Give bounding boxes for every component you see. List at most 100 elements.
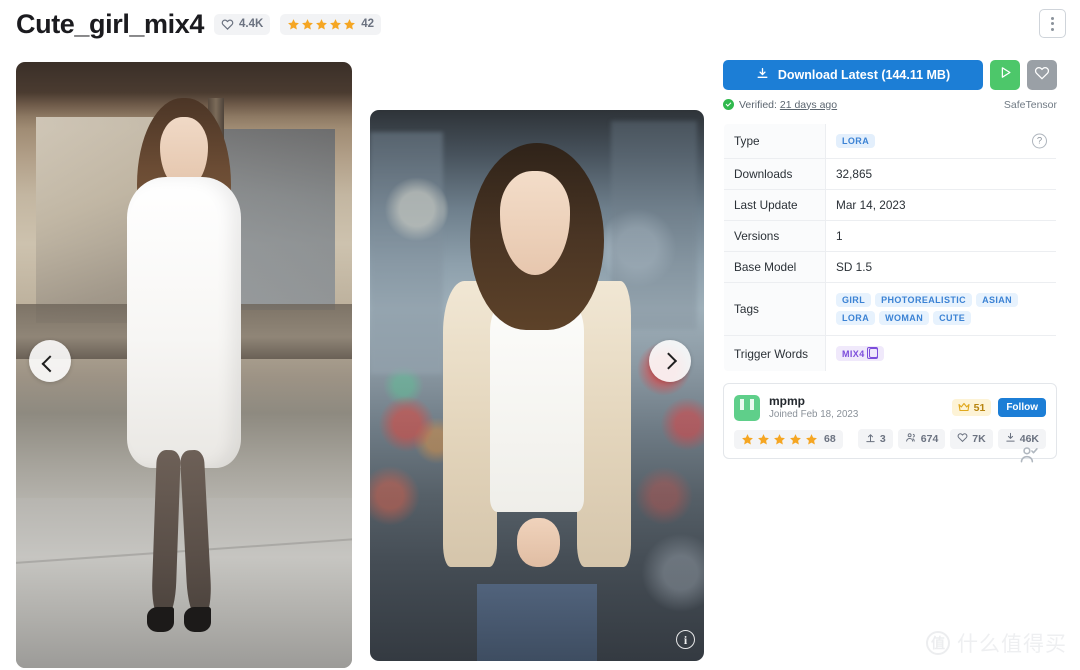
heart-outline-icon (1034, 65, 1050, 86)
meta-value: LORA ? (825, 124, 1056, 159)
likes-stat[interactable]: 7K (950, 429, 993, 450)
favorite-button[interactable] (1027, 60, 1057, 90)
model-tag[interactable]: GIRL (836, 293, 872, 307)
decor-figure-shoe-right (184, 607, 211, 632)
chevron-right-icon (660, 352, 678, 370)
decor-figure-dress (126, 177, 242, 468)
creator-stats-row: 68 3 674 7K 46K (734, 429, 1046, 450)
crown-count: 51 (973, 401, 986, 414)
downloads-value: 46K (1019, 433, 1039, 446)
meta-key: Versions (724, 220, 826, 252)
type-tag[interactable]: LORA (836, 134, 876, 148)
verified-date-link[interactable]: 21 days ago (780, 99, 837, 111)
creator-card: mpmp Joined Feb 18, 2023 51 Follow 68 3 … (723, 383, 1057, 460)
model-tag[interactable]: LORA (836, 311, 876, 325)
followers-value: 674 (920, 433, 939, 446)
model-tag[interactable]: CUTE (933, 311, 972, 325)
meta-key: Trigger Words (724, 335, 826, 371)
watermark-logo: 值 (926, 631, 950, 655)
download-button-label: Download Latest (144.11 MB) (777, 68, 951, 82)
table-row: Last Update Mar 14, 2023 (724, 189, 1056, 221)
metadata-table: Type LORA ? Downloads 32,865 Last Update… (723, 123, 1057, 372)
image-2-backdrop (370, 110, 704, 661)
image-gallery: i i (0, 48, 715, 670)
play-icon (998, 65, 1013, 85)
creator-identity: mpmp Joined Feb 18, 2023 (769, 394, 858, 421)
creator-joined-date: Joined Feb 18, 2023 (769, 409, 859, 420)
rating-count: 42 (361, 18, 375, 30)
table-row: Trigger Words MIX4 (724, 335, 1056, 371)
table-row: Downloads 32,865 (724, 158, 1056, 190)
model-tag[interactable]: ASIAN (976, 293, 1019, 307)
creator-counters: 3 674 7K 46K (857, 429, 1046, 450)
rating-pill[interactable]: 42 (280, 13, 382, 35)
heart-icon (957, 432, 968, 446)
meta-key: Tags (724, 282, 826, 336)
gallery-prev-button[interactable] (29, 340, 71, 382)
trigger-word-tag[interactable]: MIX4 (836, 346, 884, 361)
crown-badge: 51 (951, 399, 992, 417)
meta-value: 1 (825, 220, 1056, 252)
chevron-left-icon (41, 355, 59, 373)
action-row: Download Latest (144.11 MB) (723, 60, 1057, 90)
follow-button[interactable]: Follow (998, 398, 1046, 418)
users-icon (905, 432, 917, 446)
verified-row: Verified: 21 days ago SafeTensor (723, 97, 1057, 112)
gallery-image-2[interactable] (370, 110, 704, 661)
verified-label: Verified: (739, 98, 777, 111)
model-detail-page: Cute_girl_mix4 4.4K 42 i Download Latest… (0, 0, 1080, 670)
table-row: Base Model SD 1.5 (724, 251, 1056, 283)
followers-stat[interactable]: 674 (897, 429, 946, 450)
meta-value: 32,865 (825, 158, 1056, 190)
info-circle-icon[interactable]: i (676, 630, 695, 649)
decor-cardigan-left (443, 280, 497, 568)
decor-building-left (370, 132, 444, 375)
upload-icon (865, 432, 876, 446)
check-circle-icon (723, 99, 734, 110)
model-tag[interactable]: PHOTOREALISTIC (875, 293, 973, 307)
creator-header: mpmp Joined Feb 18, 2023 51 Follow (734, 394, 1046, 421)
site-watermark: 值 什么值得买 (926, 628, 1067, 658)
creator-rating-count: 68 (824, 433, 836, 446)
more-vertical-icon[interactable] (1039, 9, 1066, 38)
table-row: Type LORA ? (724, 124, 1056, 159)
watermark-text: 什么值得买 (957, 632, 1067, 656)
likes-pill[interactable]: 4.4K (213, 13, 271, 35)
uploads-value: 3 (879, 433, 886, 446)
uploads-stat[interactable]: 3 (857, 429, 893, 450)
heart-outline-icon (221, 18, 234, 31)
rating-stars (287, 18, 356, 31)
person-check-icon[interactable] (1019, 445, 1039, 465)
question-circle-icon[interactable]: ? (1032, 133, 1047, 149)
creator-rating[interactable]: 68 (734, 429, 843, 449)
page-header: Cute_girl_mix4 4.4K 42 (0, 0, 1080, 48)
decor-cardigan-right (577, 280, 631, 568)
trigger-word-label: MIX4 (842, 349, 865, 359)
gallery-next-button[interactable] (649, 340, 691, 382)
meta-key: Type (724, 124, 826, 159)
format-label: SafeTensor (1003, 98, 1057, 111)
meta-value: Mar 14, 2023 (825, 189, 1056, 221)
meta-value: SD 1.5 (825, 251, 1056, 283)
crown-icon (958, 399, 970, 417)
meta-key: Downloads (724, 158, 826, 190)
generate-button[interactable] (990, 60, 1020, 90)
decor-hand (516, 517, 561, 568)
model-tag[interactable]: WOMAN (879, 311, 930, 325)
meta-key: Last Update (724, 189, 826, 221)
meta-value: MIX4 (825, 335, 1056, 371)
meta-value: GIRL PHOTOREALISTIC ASIAN LORA WOMAN CUTE (825, 282, 1056, 336)
copy-icon[interactable] (866, 347, 878, 359)
meta-key: Base Model (724, 251, 826, 283)
download-button[interactable]: Download Latest (144.11 MB) (723, 60, 983, 90)
table-row: Tags GIRL PHOTOREALISTIC ASIAN LORA WOMAN CUT… (724, 282, 1056, 336)
page-title: Cute_girl_mix4 (16, 9, 204, 39)
likes-value: 7K (972, 433, 986, 446)
decor-jeans (476, 583, 598, 661)
download-icon (1005, 432, 1016, 446)
creator-name[interactable]: mpmp (769, 394, 858, 409)
table-row: Versions 1 (724, 220, 1056, 252)
avatar-icon[interactable] (734, 394, 760, 421)
download-icon (756, 67, 769, 83)
likes-count: 4.4K (238, 18, 264, 30)
